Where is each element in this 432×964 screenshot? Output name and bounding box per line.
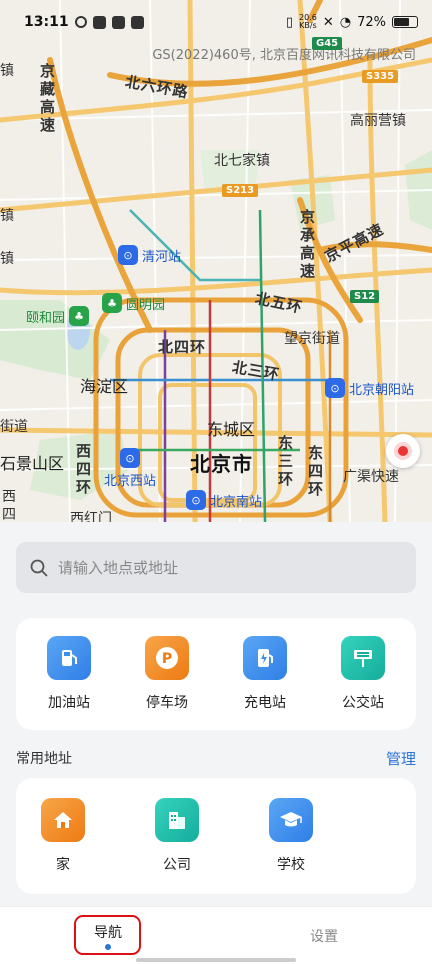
battery-fill [394, 18, 410, 26]
map-park-yuanmingyuan[interactable]: ♣ 圆明园 [102, 293, 165, 313]
park-label: 圆明园 [126, 297, 166, 313]
station-label: 北京朝阳站 [349, 382, 415, 398]
map-label-jingcheng: 京承高速 [300, 208, 317, 280]
battery-percent: 72% [357, 14, 386, 30]
map-label-jiedao: 街道 [0, 419, 28, 435]
train-station-icon: ⊙ [186, 490, 206, 510]
office-building-icon [155, 798, 199, 842]
map-label-beiqijia: 北七家镇 [214, 153, 270, 169]
charging-icon [243, 636, 287, 680]
map-view[interactable]: GS(2022)460号, 北京百度网讯科技有限公司 G45 S335 S213… [0, 0, 432, 522]
bus-stop-icon [341, 636, 385, 680]
poi-label: 充电站 [244, 695, 286, 711]
park-icon: ♣ [102, 293, 122, 313]
common-addresses-title: 常用地址 [16, 751, 72, 767]
network-speed-unit: KB/s [299, 21, 317, 30]
map-label-guangqu: 广渠快速 [343, 469, 399, 485]
home-icon [41, 798, 85, 842]
common-addresses-header: 常用地址 管理 [16, 748, 416, 769]
address-school[interactable]: 学校 [256, 778, 326, 894]
highway-shield-s12: S12 [350, 290, 380, 303]
map-label-xisihuan: 西四环 [76, 442, 93, 496]
nfc-icon: ✕ [322, 14, 334, 30]
media-notification-icon [111, 15, 125, 29]
bottom-sheet: 加油站 P 停车场 充电站 公交站 常用地址 管理 [0, 522, 432, 906]
search-bar[interactable] [16, 542, 416, 593]
map-label-shijingshan: 石景山区 [0, 454, 65, 473]
network-speed: 20.6 KB/s [299, 14, 317, 30]
search-icon [30, 559, 48, 576]
map-park-yiheyuan[interactable]: ♣ 颐和园 [26, 306, 90, 326]
map-station-beijing-nan[interactable]: ⊙ 北京南站 [186, 490, 262, 510]
station-label: 北京西站 [104, 474, 157, 489]
station-label: 北京南站 [210, 494, 263, 510]
current-location-icon [398, 446, 408, 456]
map-label-xi: 西四 [2, 489, 16, 522]
highlight-annotation-box [74, 915, 141, 955]
manage-button[interactable]: 管理 [386, 748, 416, 769]
map-label-zhen: 镇 [0, 63, 14, 79]
wifi-icon: ◔ [339, 14, 352, 30]
highway-shield-s335: S335 [362, 70, 399, 83]
map-label-gaoliying: 高丽营镇 [350, 113, 406, 129]
address-home[interactable]: 家 [28, 778, 98, 894]
map-label-dongcheng: 东城区 [207, 420, 256, 439]
poi-label: 加油站 [48, 695, 90, 711]
map-label-beijingshi: 北京市 [190, 452, 253, 476]
bottom-nav: 导航 设置 [0, 906, 432, 964]
parking-icon: P [145, 636, 189, 680]
poi-label: 停车场 [146, 695, 188, 711]
map-label-xihongmen: 西红门 [70, 511, 112, 522]
map-label-haidian: 海淀区 [80, 377, 129, 396]
poi-parking[interactable]: P 停车场 [127, 618, 207, 730]
vibrate-icon: ▯ [285, 14, 294, 30]
common-addresses-card: 家 公司 学校 [16, 778, 416, 894]
train-station-icon: ⊙ [118, 245, 138, 265]
map-label-wangjing: 望京街道 [284, 331, 340, 347]
train-station-icon: ⊙ [120, 448, 140, 468]
map-label-zhen-3: 镇 [0, 251, 14, 267]
map-station-qinghe[interactable]: ⊙ 清河站 [118, 245, 181, 265]
search-input[interactable] [58, 558, 378, 577]
address-label: 公司 [163, 857, 191, 873]
poi-label: 公交站 [342, 695, 384, 711]
sync-icon [74, 16, 87, 28]
map-label-jingzang: 京藏高速 [40, 62, 57, 134]
message-notification-icon [130, 15, 144, 29]
poi-charging-station[interactable]: 充电站 [225, 618, 305, 730]
locate-button[interactable] [386, 434, 420, 468]
poi-shortcuts-card: 加油站 P 停车场 充电站 公交站 [16, 618, 416, 730]
address-label: 学校 [277, 857, 305, 873]
map-station-beijing-xi[interactable]: ⊙ 北京西站 [104, 448, 156, 489]
address-company[interactable]: 公司 [142, 778, 212, 894]
tab-label: 设置 [310, 929, 338, 945]
svg-text:P: P [162, 651, 172, 667]
status-time: 13:11 [24, 14, 69, 30]
poi-gas-station[interactable]: 加油站 [29, 618, 109, 730]
map-label-zhen-2: 镇 [0, 208, 14, 224]
poi-bus-stop[interactable]: 公交站 [323, 618, 403, 730]
map-label-beisihuan: 北四环 [158, 338, 207, 356]
map-label-dongsanhuan: 东三环 [278, 434, 295, 488]
battery-icon [392, 16, 418, 28]
park-label: 颐和园 [26, 310, 66, 326]
map-station-beijing-chaoyang[interactable]: ⊙ 北京朝阳站 [325, 378, 414, 398]
tab-settings[interactable]: 设置 [290, 907, 358, 964]
address-label: 家 [56, 857, 70, 873]
highway-shield-s213: S213 [222, 184, 259, 197]
gas-station-icon [47, 636, 91, 680]
station-label: 清河站 [142, 249, 182, 265]
graduation-cap-icon [269, 798, 313, 842]
train-station-icon: ⊙ [325, 378, 345, 398]
map-label-dongsihuan: 东四环 [308, 444, 325, 498]
park-icon: ♣ [69, 306, 90, 326]
status-bar: 13:11 ▯ 20.6 KB/s ✕ ◔ 72% [0, 0, 432, 48]
app-notification-icon [92, 15, 106, 29]
home-indicator[interactable] [136, 958, 296, 962]
